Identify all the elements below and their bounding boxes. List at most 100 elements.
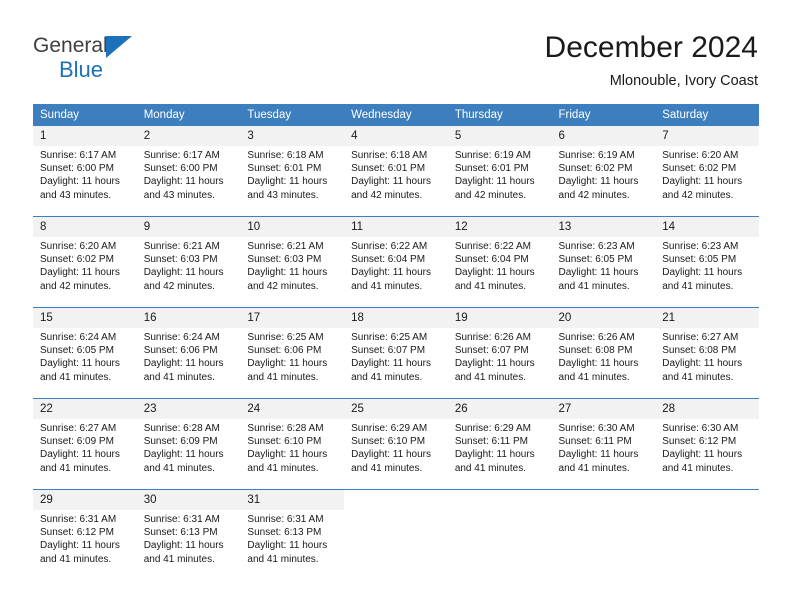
- daylight-text-line1: Daylight: 11 hours: [143, 449, 224, 461]
- calendar-day-cell[interactable]: 25 Sunrise: 6:29 AM Sunset: 6:10 PM Dayligh…: [344, 398, 448, 490]
- calendar-page: General Blue December 2024 Mlonouble, Iv…: [0, 0, 792, 612]
- page-subtitle: Mlonouble, Ivory Coast: [609, 73, 758, 89]
- calendar-day-cell[interactable]: 13 Sunrise: 6:23 AM Sunset: 6:05 PM Dayligh…: [551, 216, 656, 308]
- calendar-day-cell[interactable]: 16 Sunrise: 6:24 AM Sunset: 6:06 PM Dayligh…: [136, 307, 241, 399]
- day-details: Sunrise: 6:18 AM Sunset: 6:01 PM Daylight:…: [240, 146, 344, 202]
- calendar-day-cell[interactable]: 24 Sunrise: 6:28 AM Sunset: 6:10 PM Dayligh…: [240, 398, 345, 490]
- calendar-cell-empty: [447, 489, 552, 580]
- sunrise-text: Sunrise: 6:24 AM: [40, 332, 117, 343]
- sunset-text: Sunset: 6:04 PM: [351, 254, 426, 266]
- daylight-text-line1: Daylight: 11 hours: [247, 176, 328, 188]
- daylight-text-line2: and 41 minutes.: [558, 280, 630, 292]
- sunrise-text: Sunrise: 6:28 AM: [247, 423, 324, 434]
- day-number: 10: [240, 217, 345, 237]
- day-details: Sunrise: 6:24 AM Sunset: 6:06 PM Daylight:…: [137, 328, 241, 384]
- weekday-header-monday: Monday: [136, 104, 241, 126]
- sunset-text: Sunset: 6:05 PM: [40, 345, 114, 357]
- calendar-day-cell[interactable]: 10 Sunrise: 6:21 AM Sunset: 6:03 PM Dayligh…: [240, 216, 345, 308]
- daylight-text-line1: Daylight: 11 hours: [558, 358, 639, 370]
- weekday-header-saturday: Saturday: [655, 104, 759, 126]
- calendar-day-cell[interactable]: 11 Sunrise: 6:22 AM Sunset: 6:04 PM Dayligh…: [344, 216, 448, 308]
- sunset-text: Sunset: 6:11 PM: [454, 436, 529, 448]
- day-details: Sunrise: 6:17 AM Sunset: 6:00 PM Daylight:…: [33, 146, 137, 202]
- day-details: [448, 510, 552, 513]
- calendar-day-cell[interactable]: 31 Sunrise: 6:31 AM Sunset: 6:13 PM Dayligh…: [240, 489, 345, 580]
- sunrise-text: Sunrise: 6:25 AM: [247, 332, 324, 343]
- day-details: Sunrise: 6:29 AM Sunset: 6:11 PM Daylight:…: [448, 419, 552, 475]
- blue-triangle-icon: [106, 36, 132, 58]
- daylight-text-line2: and 41 minutes.: [454, 462, 526, 474]
- sunrise-text: Sunrise: 6:23 AM: [558, 241, 635, 252]
- calendar-day-cell[interactable]: 23 Sunrise: 6:28 AM Sunset: 6:09 PM Dayligh…: [136, 398, 241, 490]
- brand-logo[interactable]: General Blue: [33, 34, 273, 90]
- sunrise-text: Sunrise: 6:30 AM: [662, 423, 739, 434]
- daylight-text-line2: and 41 minutes.: [454, 280, 526, 292]
- calendar-day-cell[interactable]: 3 Sunrise: 6:18 AM Sunset: 6:01 PM Daylight…: [240, 126, 345, 217]
- calendar-day-cell[interactable]: 15 Sunrise: 6:24 AM Sunset: 6:05 PM Dayligh…: [33, 307, 137, 399]
- calendar-day-cell[interactable]: 12 Sunrise: 6:22 AM Sunset: 6:04 PM Dayligh…: [447, 216, 552, 308]
- day-number: 25: [344, 399, 448, 419]
- day-number: 4: [344, 126, 448, 146]
- day-details: [552, 510, 656, 513]
- page-header: General Blue December 2024 Mlonouble, Iv…: [0, 0, 792, 104]
- calendar-day-cell[interactable]: 22 Sunrise: 6:27 AM Sunset: 6:09 PM Dayligh…: [33, 398, 137, 490]
- calendar-day-cell[interactable]: 8 Sunrise: 6:20 AM Sunset: 6:02 PM Daylight…: [33, 216, 137, 308]
- day-details: Sunrise: 6:27 AM Sunset: 6:08 PM Daylight:…: [655, 328, 759, 384]
- daylight-text-line1: Daylight: 11 hours: [143, 176, 224, 188]
- calendar-day-cell[interactable]: 18 Sunrise: 6:25 AM Sunset: 6:07 PM Dayligh…: [344, 307, 448, 399]
- day-details: Sunrise: 6:18 AM Sunset: 6:01 PM Daylight:…: [344, 146, 448, 202]
- sunrise-text: Sunrise: 6:27 AM: [662, 332, 739, 343]
- day-number: 19: [447, 308, 552, 328]
- calendar-day-cell[interactable]: 5 Sunrise: 6:19 AM Sunset: 6:01 PM Daylight…: [447, 126, 552, 217]
- daylight-text-line2: and 41 minutes.: [247, 462, 319, 474]
- calendar-day-cell[interactable]: 26 Sunrise: 6:29 AM Sunset: 6:11 PM Dayligh…: [447, 398, 552, 490]
- sunrise-text: Sunrise: 6:24 AM: [143, 332, 220, 343]
- sunset-text: Sunset: 6:10 PM: [351, 436, 426, 448]
- day-details: Sunrise: 6:23 AM Sunset: 6:05 PM Daylight:…: [552, 237, 656, 293]
- daylight-text-line1: Daylight: 11 hours: [662, 358, 743, 370]
- day-number: 26: [447, 399, 552, 419]
- daylight-text-line2: and 42 minutes.: [454, 189, 526, 201]
- calendar-day-cell[interactable]: 4 Sunrise: 6:18 AM Sunset: 6:01 PM Daylight…: [344, 126, 448, 217]
- daylight-text-line1: Daylight: 11 hours: [558, 176, 639, 188]
- day-number: 2: [136, 126, 241, 146]
- sunrise-text: Sunrise: 6:25 AM: [351, 332, 428, 343]
- sunset-text: Sunset: 6:01 PM: [247, 163, 322, 175]
- calendar-day-cell[interactable]: 27 Sunrise: 6:30 AM Sunset: 6:11 PM Dayligh…: [551, 398, 656, 490]
- daylight-text-line2: and 41 minutes.: [351, 371, 423, 383]
- calendar-day-cell[interactable]: 20 Sunrise: 6:26 AM Sunset: 6:08 PM Dayligh…: [551, 307, 656, 399]
- calendar-day-cell[interactable]: 17 Sunrise: 6:25 AM Sunset: 6:06 PM Dayligh…: [240, 307, 345, 399]
- calendar-day-cell[interactable]: 28 Sunrise: 6:30 AM Sunset: 6:12 PM Dayligh…: [655, 398, 759, 490]
- calendar-day-cell[interactable]: 30 Sunrise: 6:31 AM Sunset: 6:13 PM Dayligh…: [136, 489, 241, 580]
- sunset-text: Sunset: 6:12 PM: [662, 436, 737, 448]
- calendar-day-cell[interactable]: 21 Sunrise: 6:27 AM Sunset: 6:08 PM Dayligh…: [655, 307, 759, 399]
- calendar-day-cell[interactable]: 1 Sunrise: 6:17 AM Sunset: 6:00 PM Daylight…: [33, 126, 137, 217]
- calendar-day-cell[interactable]: 2 Sunrise: 6:17 AM Sunset: 6:00 PM Daylight…: [136, 126, 241, 217]
- calendar-day-cell[interactable]: 29 Sunrise: 6:31 AM Sunset: 6:12 PM Dayligh…: [33, 489, 137, 580]
- calendar-day-cell[interactable]: 19 Sunrise: 6:26 AM Sunset: 6:07 PM Dayligh…: [447, 307, 552, 399]
- daylight-text-line2: and 41 minutes.: [558, 371, 630, 383]
- calendar-day-cell[interactable]: 7 Sunrise: 6:20 AM Sunset: 6:02 PM Daylight…: [655, 126, 759, 217]
- calendar-day-cell[interactable]: 14 Sunrise: 6:23 AM Sunset: 6:05 PM Dayligh…: [655, 216, 759, 308]
- day-number: 12: [447, 217, 552, 237]
- day-number: 9: [136, 217, 241, 237]
- day-details: Sunrise: 6:20 AM Sunset: 6:02 PM Daylight:…: [33, 237, 137, 293]
- sunset-text: Sunset: 6:10 PM: [247, 436, 322, 448]
- daylight-text-line1: Daylight: 11 hours: [351, 358, 431, 370]
- daylight-text-line2: and 41 minutes.: [454, 371, 526, 383]
- daylight-text-line1: Daylight: 11 hours: [143, 358, 224, 370]
- sunset-text: Sunset: 6:13 PM: [247, 527, 322, 539]
- day-details: [344, 510, 448, 513]
- sunrise-text: Sunrise: 6:20 AM: [662, 150, 739, 161]
- daylight-text-line2: and 43 minutes.: [40, 189, 112, 201]
- daylight-text-line2: and 41 minutes.: [143, 462, 215, 474]
- calendar-day-cell[interactable]: 9 Sunrise: 6:21 AM Sunset: 6:03 PM Daylight…: [136, 216, 241, 308]
- calendar-day-cell[interactable]: 6 Sunrise: 6:19 AM Sunset: 6:02 PM Daylight…: [551, 126, 656, 217]
- daylight-text-line2: and 42 minutes.: [662, 189, 734, 201]
- sunrise-text: Sunrise: 6:18 AM: [351, 150, 428, 161]
- daylight-text-line1: Daylight: 11 hours: [351, 449, 431, 461]
- sunrise-text: Sunrise: 6:31 AM: [40, 514, 117, 525]
- daylight-text-line1: Daylight: 11 hours: [351, 176, 431, 188]
- day-number: 29: [33, 490, 137, 510]
- page-title: December 2024: [544, 31, 758, 64]
